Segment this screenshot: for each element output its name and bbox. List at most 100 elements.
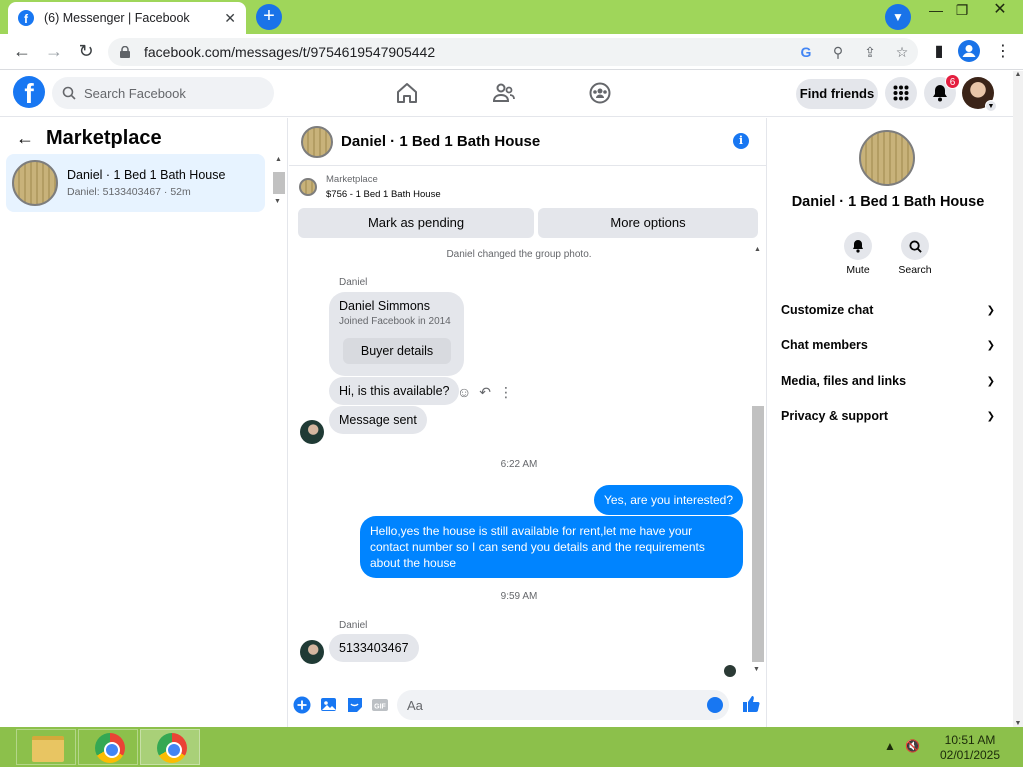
clock-time: 10:51 AM [944,733,996,747]
section-customize-chat[interactable]: Customize chat ❯ [781,295,995,325]
tab-close-icon[interactable]: ✕ [224,10,236,27]
new-tab-button[interactable]: + [256,4,282,30]
thumbs-up-icon[interactable] [741,694,761,714]
forward-arrow-icon[interactable]: → [42,40,66,64]
url-text: facebook.com/messages/t/9754619547905442 [144,44,436,60]
photo-icon[interactable] [320,696,338,714]
page-scrollbar[interactable]: ▲ ▼ [1013,71,1023,727]
find-friends-button[interactable]: Find friends [796,79,878,109]
chat-panel: Daniel · 1 Bed 1 Bath House i Marketplac… [289,118,767,727]
address-bar[interactable]: facebook.com/messages/t/9754619547905442… [108,38,918,66]
more-options-button[interactable]: More options [538,208,758,238]
scroll-down-icon[interactable]: ▼ [1013,720,1023,727]
facebook-search[interactable] [52,77,274,109]
scroll-thumb[interactable] [273,172,285,194]
taskbar-chrome[interactable] [78,729,138,765]
incoming-message[interactable]: 5133403467 [329,634,419,662]
back-arrow-icon[interactable]: ← [16,128,34,149]
conversation-details: Daniel · 1 Bed 1 Bath House Mute Search … [768,118,1013,727]
sender-avatar[interactable] [300,420,324,444]
side-panel-icon[interactable]: ▮ [926,40,952,64]
zoom-icon[interactable]: ⚲ [822,44,854,61]
reply-icon[interactable]: ↶ [479,384,491,401]
chat-thumbnail[interactable] [301,125,333,158]
restore-button[interactable]: ❐ [947,0,977,22]
sender-avatar[interactable] [300,640,324,664]
chevron-down-icon: ❯ [986,410,995,422]
scroll-up-icon[interactable]: ▲ [271,156,286,163]
conversation-item[interactable]: Daniel · 1 Bed 1 Bath House Daniel: 5133… [6,154,265,212]
plus-circle-icon[interactable] [293,696,311,714]
taskbar-file-explorer[interactable] [16,729,76,765]
browser-tab[interactable]: f (6) Messenger | Facebook ✕ [8,2,246,34]
windows-taskbar: ▲ 🔇 10:51 AM 02/01/2025 [0,727,1023,767]
scroll-up-icon[interactable]: ▲ [1013,71,1023,78]
group-photo[interactable] [859,130,915,186]
emoji-icon[interactable] [707,697,723,713]
chat-scrollbar[interactable]: ▲ ▼ [750,246,765,678]
scroll-down-icon[interactable]: ▼ [753,666,760,673]
sidebar-scrollbar[interactable]: ▲ ▼ [271,156,286,212]
section-privacy-support[interactable]: Privacy & support ❯ [781,401,995,431]
gif-icon[interactable]: GIF [371,696,389,714]
facebook-favicon-icon: f [18,10,34,26]
marketplace-listing[interactable]: Marketplace $756 - 1 Bed 1 Bath House [299,174,441,200]
facebook-logo-icon[interactable]: f [13,76,45,108]
share-icon[interactable]: ⇪ [854,44,886,61]
search-input[interactable] [84,85,254,101]
tray-expand-icon[interactable]: ▲ [884,739,896,753]
scroll-thumb[interactable] [752,406,764,662]
chrome-menu-icon[interactable]: ⋮ [990,40,1016,64]
chevron-down-icon: ❯ [986,375,995,387]
system-clock[interactable]: 10:51 AM 02/01/2025 [930,733,1010,763]
chats-sidebar: ← Marketplace Daniel · 1 Bed 1 Bath Hous… [0,118,288,727]
profile-icon[interactable] [956,40,982,64]
react-emoji-icon[interactable]: ☺ [457,384,471,401]
scroll-up-icon[interactable]: ▲ [750,246,765,253]
friends-icon[interactable] [492,81,516,105]
section-media-files-links[interactable]: Media, files and links ❯ [781,366,995,396]
info-icon[interactable]: i [733,133,749,149]
taskbar-chrome-active[interactable] [140,729,200,765]
incoming-message[interactable]: Hi, is this available? [329,377,460,405]
window-close-button[interactable]: ✕ [985,0,1015,22]
marketplace-label: Marketplace [326,174,378,185]
groups-icon[interactable] [588,81,612,105]
message-input[interactable] [407,697,697,713]
sticker-icon[interactable] [346,696,364,714]
conversation-title: Daniel · 1 Bed 1 Bath House [791,194,985,210]
account-avatar[interactable]: ▼ [962,77,997,112]
home-icon[interactable] [395,81,419,105]
bookmark-star-icon[interactable]: ☆ [886,44,918,61]
incoming-message[interactable]: Message sent [329,406,427,434]
back-arrow-icon[interactable]: ← [10,40,34,64]
buyer-name: Daniel Simmons [339,299,431,313]
buyer-details-button[interactable]: Buyer details [343,338,451,364]
volume-muted-icon[interactable]: 🔇 [905,739,920,753]
chrome-icon [157,733,187,763]
message-composer: GIF [289,688,767,724]
reload-icon[interactable]: ↻ [74,40,98,64]
notifications-bell-icon[interactable]: 6 [924,74,960,109]
scroll-down-icon[interactable]: ▼ [274,198,281,205]
more-icon[interactable]: ⋮ [499,384,513,401]
conversation-name: Daniel · 1 Bed 1 Bath House [67,168,226,182]
outgoing-message[interactable]: Yes, are you interested? [594,485,743,515]
search-in-conversation-button[interactable]: Search [895,232,935,276]
message-list: Daniel changed the group photo. Daniel D… [289,246,767,678]
browser-tab-strip: f (6) Messenger | Facebook ✕ + ▼ — ❐ ✕ [0,0,1023,34]
message-actions: ☺ ↶ ⋮ [457,384,513,401]
facebook-header: f Find friends 6 ▼ [0,71,1013,117]
menu-grid-icon[interactable] [885,77,917,109]
mark-as-pending-button[interactable]: Mark as pending [298,208,534,238]
mute-button[interactable]: Mute [838,232,878,276]
tab-search-button[interactable]: ▼ [885,4,911,30]
tab-title: (6) Messenger | Facebook [44,11,190,25]
google-icon[interactable]: G [790,44,822,60]
notification-badge: 6 [945,74,960,89]
message-input-wrap[interactable] [397,690,729,720]
outgoing-message[interactable]: Hello,yes the house is still available f… [360,516,743,578]
section-chat-members[interactable]: Chat members ❯ [781,330,995,360]
mute-label: Mute [846,264,870,276]
chat-title[interactable]: Daniel · 1 Bed 1 Bath House [341,133,540,150]
